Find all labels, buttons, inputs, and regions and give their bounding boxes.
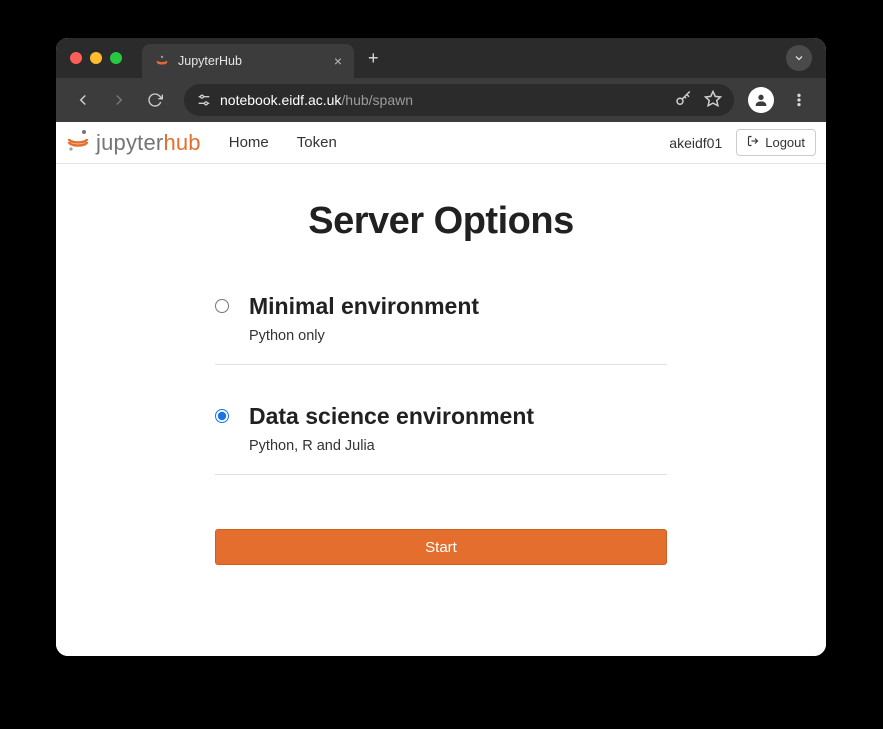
new-tab-button[interactable]: + bbox=[368, 49, 379, 67]
nav-token-link[interactable]: Token bbox=[297, 134, 337, 151]
browser-window: JupyterHub × + notebook.eidf.ac.uk/hub/s… bbox=[56, 38, 826, 656]
logout-label: Logout bbox=[765, 135, 805, 150]
password-key-icon[interactable] bbox=[674, 90, 692, 111]
browser-tab[interactable]: JupyterHub × bbox=[142, 44, 354, 78]
logout-icon bbox=[747, 135, 759, 150]
username-label: akeidf01 bbox=[669, 135, 722, 151]
site-settings-icon[interactable] bbox=[196, 93, 212, 107]
back-button[interactable] bbox=[68, 85, 98, 115]
forward-button[interactable] bbox=[104, 85, 134, 115]
profile-button[interactable] bbox=[748, 87, 774, 113]
window-minimize-button[interactable] bbox=[90, 52, 102, 64]
tab-close-icon[interactable]: × bbox=[334, 54, 342, 68]
tab-title: JupyterHub bbox=[178, 54, 242, 68]
traffic-lights bbox=[70, 52, 122, 64]
logo-text-jupyter: jupyter bbox=[96, 130, 163, 156]
option-minimal[interactable]: Minimal environment Python only bbox=[215, 279, 667, 365]
page-content: jupyterhub Home Token akeidf01 Logout Se… bbox=[56, 122, 826, 656]
address-bar[interactable]: notebook.eidf.ac.uk/hub/spawn bbox=[184, 84, 734, 116]
bookmark-star-icon[interactable] bbox=[704, 90, 722, 111]
option-datascience-title: Data science environment bbox=[249, 403, 534, 430]
browser-toolbar: notebook.eidf.ac.uk/hub/spawn bbox=[56, 78, 826, 122]
nav-home-link[interactable]: Home bbox=[229, 134, 269, 151]
option-minimal-desc: Python only bbox=[249, 328, 479, 344]
url-domain: notebook.eidf.ac.uk bbox=[220, 92, 341, 108]
url-path: /hub/spawn bbox=[341, 92, 413, 108]
page-title: Server Options bbox=[308, 200, 573, 243]
jupyter-logo-icon bbox=[66, 128, 90, 158]
logo-text-hub: hub bbox=[163, 130, 200, 156]
jupyter-favicon bbox=[154, 53, 170, 69]
option-minimal-radio[interactable] bbox=[215, 299, 229, 313]
jupyterhub-logo[interactable]: jupyterhub bbox=[66, 128, 201, 158]
option-datascience-radio[interactable] bbox=[215, 409, 229, 423]
titlebar: JupyterHub × + bbox=[56, 38, 826, 78]
reload-button[interactable] bbox=[140, 85, 170, 115]
jupyterhub-navbar: jupyterhub Home Token akeidf01 Logout bbox=[56, 122, 826, 164]
browser-menu-button[interactable] bbox=[784, 85, 814, 115]
start-button[interactable]: Start bbox=[215, 529, 667, 565]
option-datascience[interactable]: Data science environment Python, R and J… bbox=[215, 389, 667, 475]
server-options-list: Minimal environment Python only Data sci… bbox=[215, 279, 667, 499]
main-area: Server Options Minimal environment Pytho… bbox=[56, 164, 826, 656]
tab-list-button[interactable] bbox=[786, 45, 812, 71]
option-datascience-desc: Python, R and Julia bbox=[249, 438, 534, 454]
window-maximize-button[interactable] bbox=[110, 52, 122, 64]
window-close-button[interactable] bbox=[70, 52, 82, 64]
logout-button[interactable]: Logout bbox=[736, 129, 816, 156]
option-minimal-title: Minimal environment bbox=[249, 293, 479, 320]
